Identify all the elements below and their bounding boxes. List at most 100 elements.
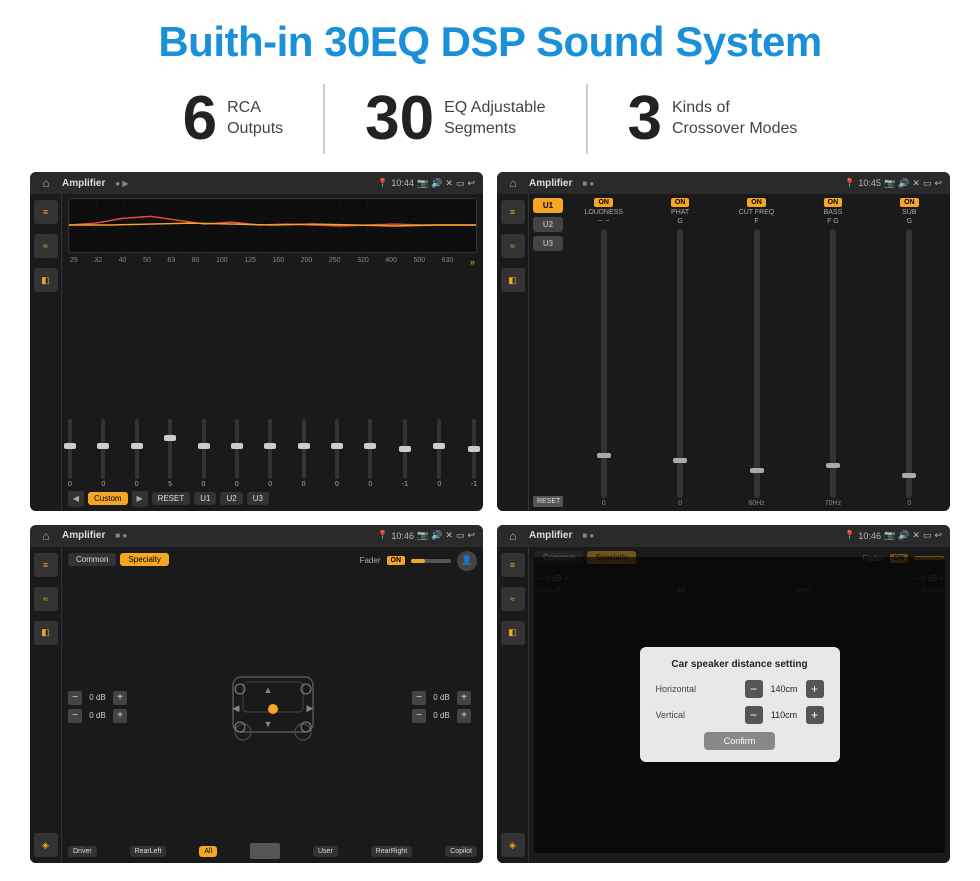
rearleft-btn[interactable]: RearLeft <box>130 846 167 857</box>
eq-u1-btn[interactable]: U1 <box>194 492 216 505</box>
speaker-specialty-tab[interactable]: Specialty <box>120 553 168 566</box>
cross-u2-btn[interactable]: U2 <box>533 217 563 232</box>
distance-status-icons: 📍 10:46 📷 🔊 ✕ ▭ ↩ <box>844 530 942 541</box>
dialog-vertical-minus[interactable]: − <box>745 706 763 724</box>
stat-rca: 6 RCAOutputs <box>143 88 324 150</box>
stat-crossover: 3 Kinds ofCrossover Modes <box>588 88 838 150</box>
eq-u3-btn[interactable]: U3 <box>247 492 269 505</box>
eq-content: ≡ ≈ ◧ <box>30 194 483 511</box>
eq-reset-btn[interactable]: RESET <box>152 492 191 505</box>
eq-back-icon: ↩ <box>467 178 475 189</box>
page-wrapper: Buith-in 30EQ DSP Sound System 6 RCAOutp… <box>0 0 980 881</box>
svg-text:▲: ▲ <box>263 685 272 695</box>
home-icon[interactable]: ⌂ <box>38 175 54 191</box>
dialog-vertical-value: 110cm <box>767 710 802 720</box>
dialog-horizontal-plus[interactable]: + <box>806 680 824 698</box>
fader-toggle[interactable]: ON <box>387 556 406 565</box>
distance-sidebar-wave-btn[interactable]: ≈ <box>501 587 525 611</box>
db-minus-2[interactable]: − <box>68 709 82 723</box>
speaker-home-icon[interactable]: ⌂ <box>38 528 54 544</box>
eq-app-title: Amplifier <box>62 178 105 189</box>
dialog-vertical-plus[interactable]: + <box>806 706 824 724</box>
distance-status-dots: ■ ● <box>582 531 594 540</box>
screens-grid: ⌂ Amplifier ● ▶ 📍 10:44 📷 🔊 ✕ ▭ ↩ ≡ ≈ <box>30 172 950 863</box>
db-minus-1[interactable]: − <box>68 691 82 705</box>
distance-content: ≡ ≈ ◧ ◈ Common Specialty <box>497 547 950 864</box>
crossover-time: 10:45 <box>858 178 881 188</box>
eq-u2-btn[interactable]: U2 <box>220 492 242 505</box>
cross-reset-btn[interactable]: RESET <box>533 496 563 507</box>
eq-sidebar-eq-btn[interactable]: ≡ <box>34 200 58 224</box>
fader-label: Fader <box>360 556 381 565</box>
distance-sidebar-speaker-btn[interactable]: ◈ <box>501 833 525 857</box>
cross-sub-slider[interactable] <box>906 229 912 498</box>
cross-bass-slider[interactable] <box>830 229 836 498</box>
user-btn[interactable]: User <box>313 846 338 857</box>
cross-phat-toggle[interactable]: ON <box>671 198 690 207</box>
speaker-sidebar-eq-btn[interactable]: ≡ <box>34 553 58 577</box>
db-plus-4[interactable]: + <box>457 709 471 723</box>
db-plus-1[interactable]: + <box>113 691 127 705</box>
cross-loudness-slider[interactable] <box>601 229 607 498</box>
eq-sidebar-wave-btn[interactable]: ≈ <box>34 234 58 258</box>
db-val-3: 0 dB <box>429 693 454 702</box>
eq-slider-1: 0 <box>68 419 72 488</box>
stat-eq-label: EQ AdjustableSegments <box>444 98 545 140</box>
eq-sidebar-vol-btn[interactable]: ◧ <box>34 268 58 292</box>
speaker-back-icon: ↩ <box>467 530 475 541</box>
speaker-slider-mini[interactable] <box>250 843 280 859</box>
crossover-status-bar: ⌂ Amplifier ■ ● 📍 10:45 📷 🔊 ✕ ▭ ↩ <box>497 172 950 194</box>
cross-cutfreq-toggle[interactable]: ON <box>747 198 766 207</box>
distance-status-bar: ⌂ Amplifier ■ ● 📍 10:46 📷 🔊 ✕ ▭ ↩ <box>497 525 950 547</box>
driver-btn[interactable]: Driver <box>68 846 97 857</box>
cross-left-panel: U1 U2 U3 RESET <box>533 198 563 507</box>
cross-sub-toggle[interactable]: ON <box>900 198 919 207</box>
speaker-status-icons: 📍 10:46 📷 🔊 ✕ ▭ ↩ <box>377 530 475 541</box>
cross-u1-btn[interactable]: U1 <box>533 198 563 213</box>
distance-location-icon: 📍 <box>844 530 855 541</box>
speaker-sidebar-speaker-btn[interactable]: ◈ <box>34 833 58 857</box>
fader-slider[interactable] <box>411 559 451 563</box>
eq-prev-btn[interactable]: ◀ <box>68 491 84 507</box>
cross-phat-slider[interactable] <box>677 229 683 498</box>
speaker-common-tab[interactable]: Common <box>68 553 116 566</box>
rearright-btn[interactable]: RearRight <box>371 846 413 857</box>
speaker-sidebar-wave-btn[interactable]: ≈ <box>34 587 58 611</box>
speaker-tabs: Common Specialty <box>68 553 169 566</box>
crossover-sidebar-wave-btn[interactable]: ≈ <box>501 234 525 258</box>
db-plus-2[interactable]: + <box>113 709 127 723</box>
eq-vol-icon: 🔊 <box>431 178 442 189</box>
db-minus-3[interactable]: − <box>412 691 426 705</box>
speaker-screen: ⌂ Amplifier ■ ● 📍 10:46 📷 🔊 ✕ ▭ ↩ ≡ ≈ ◧ <box>30 525 483 864</box>
distance-home-icon[interactable]: ⌂ <box>505 528 521 544</box>
db-plus-3[interactable]: + <box>457 691 471 705</box>
crossover-screen: ⌂ Amplifier ■ ● 📍 10:45 📷 🔊 ✕ ▭ ↩ ≡ ≈ ◧ <box>497 172 950 511</box>
copilot-btn[interactable]: Copilot <box>445 846 477 857</box>
cross-u3-btn[interactable]: U3 <box>533 236 563 251</box>
speaker-sidebar-vol-btn[interactable]: ◧ <box>34 621 58 645</box>
db-control-1: − 0 dB + <box>68 691 133 705</box>
cross-cutfreq-slider[interactable] <box>754 229 760 498</box>
distance-dialog: Car speaker distance setting Horizontal … <box>640 647 840 762</box>
stat-rca-label: RCAOutputs <box>227 98 283 140</box>
eq-freq-labels: 2532405063 80100125160200 25032040050063… <box>68 257 477 267</box>
crossover-sidebar-vol-btn[interactable]: ◧ <box>501 268 525 292</box>
db-minus-4[interactable]: − <box>412 709 426 723</box>
distance-rect-icon: ▭ <box>923 530 932 541</box>
distance-sidebar-eq-btn[interactable]: ≡ <box>501 553 525 577</box>
crossover-back-icon: ↩ <box>934 178 942 189</box>
dialog-confirm-btn[interactable]: Confirm <box>704 732 776 750</box>
all-btn[interactable]: All <box>199 846 217 857</box>
distance-main: Common Specialty Fader ON — 0 dB + — <box>529 547 950 864</box>
eq-custom-btn[interactable]: Custom <box>88 492 128 505</box>
eq-bottom-bar: ◀ Custom ▶ RESET U1 U2 U3 <box>68 491 477 507</box>
cross-bass-toggle[interactable]: ON <box>824 198 843 207</box>
dialog-horizontal-minus[interactable]: − <box>745 680 763 698</box>
distance-sidebar-vol-btn[interactable]: ◧ <box>501 621 525 645</box>
crossover-sidebar-eq-btn[interactable]: ≡ <box>501 200 525 224</box>
crossover-home-icon[interactable]: ⌂ <box>505 175 521 191</box>
eq-next-btn[interactable]: ▶ <box>132 491 148 507</box>
eq-location-icon: 📍 <box>377 178 388 189</box>
cross-loudness-toggle[interactable]: ON <box>594 198 613 207</box>
stat-crossover-label: Kinds ofCrossover Modes <box>672 98 797 140</box>
